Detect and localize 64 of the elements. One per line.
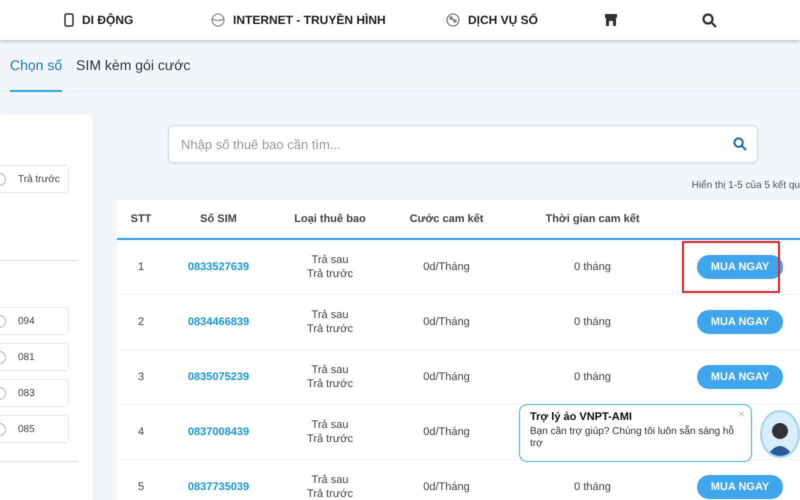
search-icon	[702, 12, 717, 28]
radio-option[interactable]: Trả trước	[0, 165, 69, 193]
sim-number-link[interactable]: 0833527639	[165, 261, 272, 273]
row-number: 2	[136, 316, 146, 328]
column-header: STT	[130, 213, 152, 225]
column-header: Thời gian cam kết	[544, 213, 640, 225]
sim-number-link[interactable]: 0837735039	[165, 481, 272, 493]
buy-now-button[interactable]: MUA NGAY	[697, 475, 783, 499]
subscription-type: Trả sau	[312, 364, 348, 376]
subscription-type: Trả trước	[307, 323, 353, 335]
commitment-fee: 0d/Tháng	[422, 481, 471, 493]
row-number: 1	[136, 261, 146, 273]
row-number: 5	[136, 481, 146, 493]
globe-icon	[446, 13, 460, 27]
commitment-fee: 0d/Tháng	[422, 371, 471, 383]
radio-option[interactable]: 094	[0, 307, 69, 335]
search-box[interactable]: Nhập số thuê bao cần tìm...	[168, 125, 758, 163]
subscription-type: Trả sau	[312, 419, 348, 431]
subscription-type: Trả trước	[307, 488, 353, 500]
sim-number-link[interactable]: 0834466839	[165, 316, 272, 328]
tab[interactable]: SIM kèm gói cước	[76, 40, 190, 92]
commitment-term: 0 tháng	[573, 316, 612, 328]
nav-label: DI ĐỘNG	[82, 13, 134, 27]
phone-icon	[64, 13, 74, 27]
commitment-term: 0 tháng	[573, 261, 612, 273]
subscription-type: Trả sau	[312, 474, 348, 486]
radio-option[interactable]: 085	[0, 415, 69, 443]
row-number: 3	[136, 371, 146, 383]
commitment-fee: 0d/Tháng	[422, 316, 471, 328]
nav-label: DỊCH VỤ SỐ	[468, 13, 538, 27]
radio-option[interactable]: 081	[0, 343, 69, 371]
sim-number-link[interactable]: 0837008439	[165, 426, 272, 438]
search-icon[interactable]	[733, 137, 747, 151]
radio-option[interactable]: 083	[0, 379, 69, 407]
nav-link[interactable]: DỊCH VỤ SỐ	[446, 13, 538, 27]
buy-now-button[interactable]: MUA NGAY	[697, 365, 783, 389]
column-header: Số SIM	[199, 213, 238, 225]
commitment-term: 0 tháng	[573, 481, 612, 493]
option-label: Trả trước	[18, 174, 60, 184]
option-label: 083	[18, 388, 35, 398]
commitment-fee: 0d/Tháng	[422, 261, 471, 273]
option-label: 081	[18, 352, 35, 362]
subscription-type: Trả sau	[312, 309, 348, 321]
option-label: 085	[18, 424, 35, 434]
row-number: 4	[136, 426, 146, 438]
subscription-type: Trả trước	[307, 433, 353, 445]
result-count: Hiển thị 1-5 của 5 kết qu	[692, 180, 800, 191]
commitment-fee: 0d/Tháng	[422, 426, 471, 438]
globe-icon	[211, 13, 225, 27]
column-header: Cước cam kết	[408, 213, 484, 225]
column-header: Loại thuê bao	[293, 213, 367, 225]
nav-link[interactable]: DI ĐỘNG	[64, 13, 134, 27]
buy-now-button[interactable]: MUA NGAY	[697, 310, 783, 334]
commitment-term: 0 tháng	[573, 371, 612, 383]
buy-now-button[interactable]: MUA NGAY	[697, 255, 783, 279]
option-label: 094	[18, 316, 35, 326]
sim-number-link[interactable]: 0835075239	[165, 371, 272, 383]
tab[interactable]: Chọn số	[10, 40, 62, 92]
subscription-type: Trả sau	[312, 254, 348, 266]
store-icon	[604, 14, 618, 26]
subscription-type: Trả trước	[307, 378, 353, 390]
chat-title: Trợ lý ảo VNPT-AMI	[530, 411, 633, 423]
subscription-type: Trả trước	[307, 268, 353, 280]
chat-message: Bạn cần trợ giúp? Chúng tôi luôn sẵn sàng hỗ trợ	[530, 426, 735, 450]
